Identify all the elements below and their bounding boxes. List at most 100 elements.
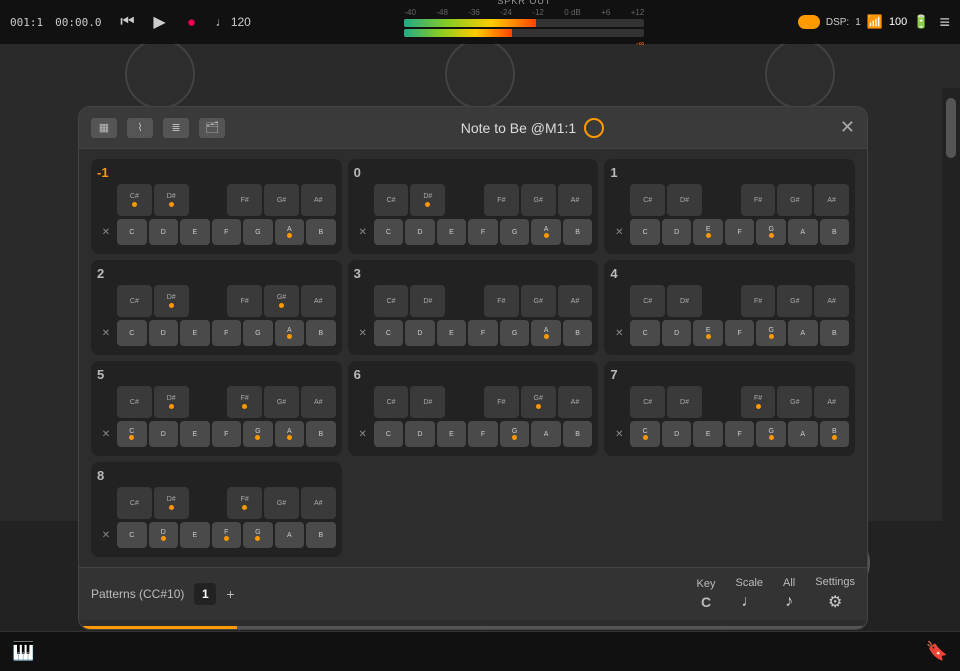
key-x-5[interactable]: ✕ [97,421,115,447]
power-button[interactable] [798,15,820,29]
key-d-2[interactable]: D [149,320,179,346]
key-f-7[interactable]: F [725,421,755,447]
key-ds-2[interactable]: D# [154,285,189,317]
key-cs-6[interactable]: C# [374,386,409,418]
key-b-8[interactable]: B [306,522,336,548]
piano-icon[interactable]: 🎹 [12,641,34,662]
key-ds-8[interactable]: D# [154,487,189,519]
key-fs-6[interactable]: F# [484,386,519,418]
key-d-0[interactable]: D [405,219,435,245]
key-e-6[interactable]: E [437,421,467,447]
scroll-thumb[interactable] [946,98,956,158]
key-gs-7[interactable]: G# [777,386,812,418]
key-b-2[interactable]: B [306,320,336,346]
key-gs-2[interactable]: G# [264,285,299,317]
key-fs[interactable]: F# [227,184,262,216]
key-cs-2[interactable]: C# [117,285,152,317]
key-cs-8[interactable]: C# [117,487,152,519]
key-cs-7[interactable]: C# [630,386,665,418]
key-gs-1[interactable]: G# [777,184,812,216]
key-g-1[interactable]: G [756,219,786,245]
key-d-3[interactable]: D [405,320,435,346]
play-button[interactable]: ▶ [145,8,173,36]
key-gs-3[interactable]: G# [521,285,556,317]
key-as-4[interactable]: A# [814,285,849,317]
key-d-1[interactable]: D [662,219,692,245]
key-as[interactable]: A# [301,184,336,216]
key-control[interactable]: Key C [697,578,716,610]
key-as-5[interactable]: A# [301,386,336,418]
key-a-6[interactable]: A [531,421,561,447]
settings-control[interactable]: Settings ⚙ [815,576,855,612]
key-fs-3[interactable]: F# [484,285,519,317]
key-c-4[interactable]: C [630,320,660,346]
scale-control[interactable]: Scale ♩ [735,577,763,611]
key-a-2[interactable]: A [275,320,305,346]
key-gs[interactable]: G# [264,184,299,216]
key-x-0[interactable]: ✕ [354,219,372,245]
key-a-5[interactable]: A [275,421,305,447]
key-cs[interactable]: C# [117,184,152,216]
key-gs-6[interactable]: G# [521,386,556,418]
key-e-4[interactable]: E [693,320,723,346]
key-gs-8[interactable]: G# [264,487,299,519]
key-x-2[interactable]: ✕ [97,320,115,346]
key-cs-0[interactable]: C# [374,184,409,216]
key-ds-1[interactable]: D# [667,184,702,216]
key-x-neg1[interactable]: ✕ [97,219,115,245]
key-f-5[interactable]: F [212,421,242,447]
key-g-6[interactable]: G [500,421,530,447]
grid-icon[interactable]: ▦ [91,118,117,138]
key-c-7[interactable]: C [630,421,660,447]
key-g-2[interactable]: G [243,320,273,346]
key-gs-5[interactable]: G# [264,386,299,418]
modal-power-button[interactable] [584,118,604,138]
key-b-4[interactable]: B [820,320,850,346]
key-ds-6[interactable]: D# [410,386,445,418]
key-e-1[interactable]: E [693,219,723,245]
key-ds-4[interactable]: D# [667,285,702,317]
key-x-7[interactable]: ✕ [610,421,628,447]
key-g-0[interactable]: G [500,219,530,245]
key-g[interactable]: G [243,219,273,245]
bookmark-icon[interactable]: 🔖 [926,641,948,662]
key-a-1[interactable]: A [788,219,818,245]
key-e-0[interactable]: E [437,219,467,245]
key-f-4[interactable]: F [725,320,755,346]
key-b-1[interactable]: B [820,219,850,245]
modal-close-button[interactable]: ✕ [840,117,855,138]
key-as-6[interactable]: A# [558,386,593,418]
key-as-2[interactable]: A# [301,285,336,317]
key-f-0[interactable]: F [468,219,498,245]
key-b-5[interactable]: B [306,421,336,447]
key-a-7[interactable]: A [788,421,818,447]
key-d-4[interactable]: D [662,320,692,346]
key-g-7[interactable]: G [756,421,786,447]
all-control[interactable]: All ♪ [783,577,795,611]
key-b[interactable]: B [306,219,336,245]
key-as-1[interactable]: A# [814,184,849,216]
key-gs-0[interactable]: G# [521,184,556,216]
key-f-6[interactable]: F [468,421,498,447]
key-d-7[interactable]: D [662,421,692,447]
key-d-5[interactable]: D [149,421,179,447]
key-c-1[interactable]: C [630,219,660,245]
key-ds-5[interactable]: D# [154,386,189,418]
key-cs-1[interactable]: C# [630,184,665,216]
key-x-1[interactable]: ✕ [610,219,628,245]
key-cs-3[interactable]: C# [374,285,409,317]
key-e-7[interactable]: E [693,421,723,447]
key-fs-0[interactable]: F# [484,184,519,216]
key-c-5[interactable]: C [117,421,147,447]
key-c-3[interactable]: C [374,320,404,346]
key-as-0[interactable]: A# [558,184,593,216]
key-f-2[interactable]: F [212,320,242,346]
key-c-8[interactable]: C [117,522,147,548]
key-a-3[interactable]: A [531,320,561,346]
key-x-6[interactable]: ✕ [354,421,372,447]
key-fs-7[interactable]: F# [741,386,776,418]
key-g-3[interactable]: G [500,320,530,346]
key-b-7[interactable]: B [820,421,850,447]
wave-icon[interactable]: ⌇ [127,118,153,138]
key-gs-4[interactable]: G# [777,285,812,317]
